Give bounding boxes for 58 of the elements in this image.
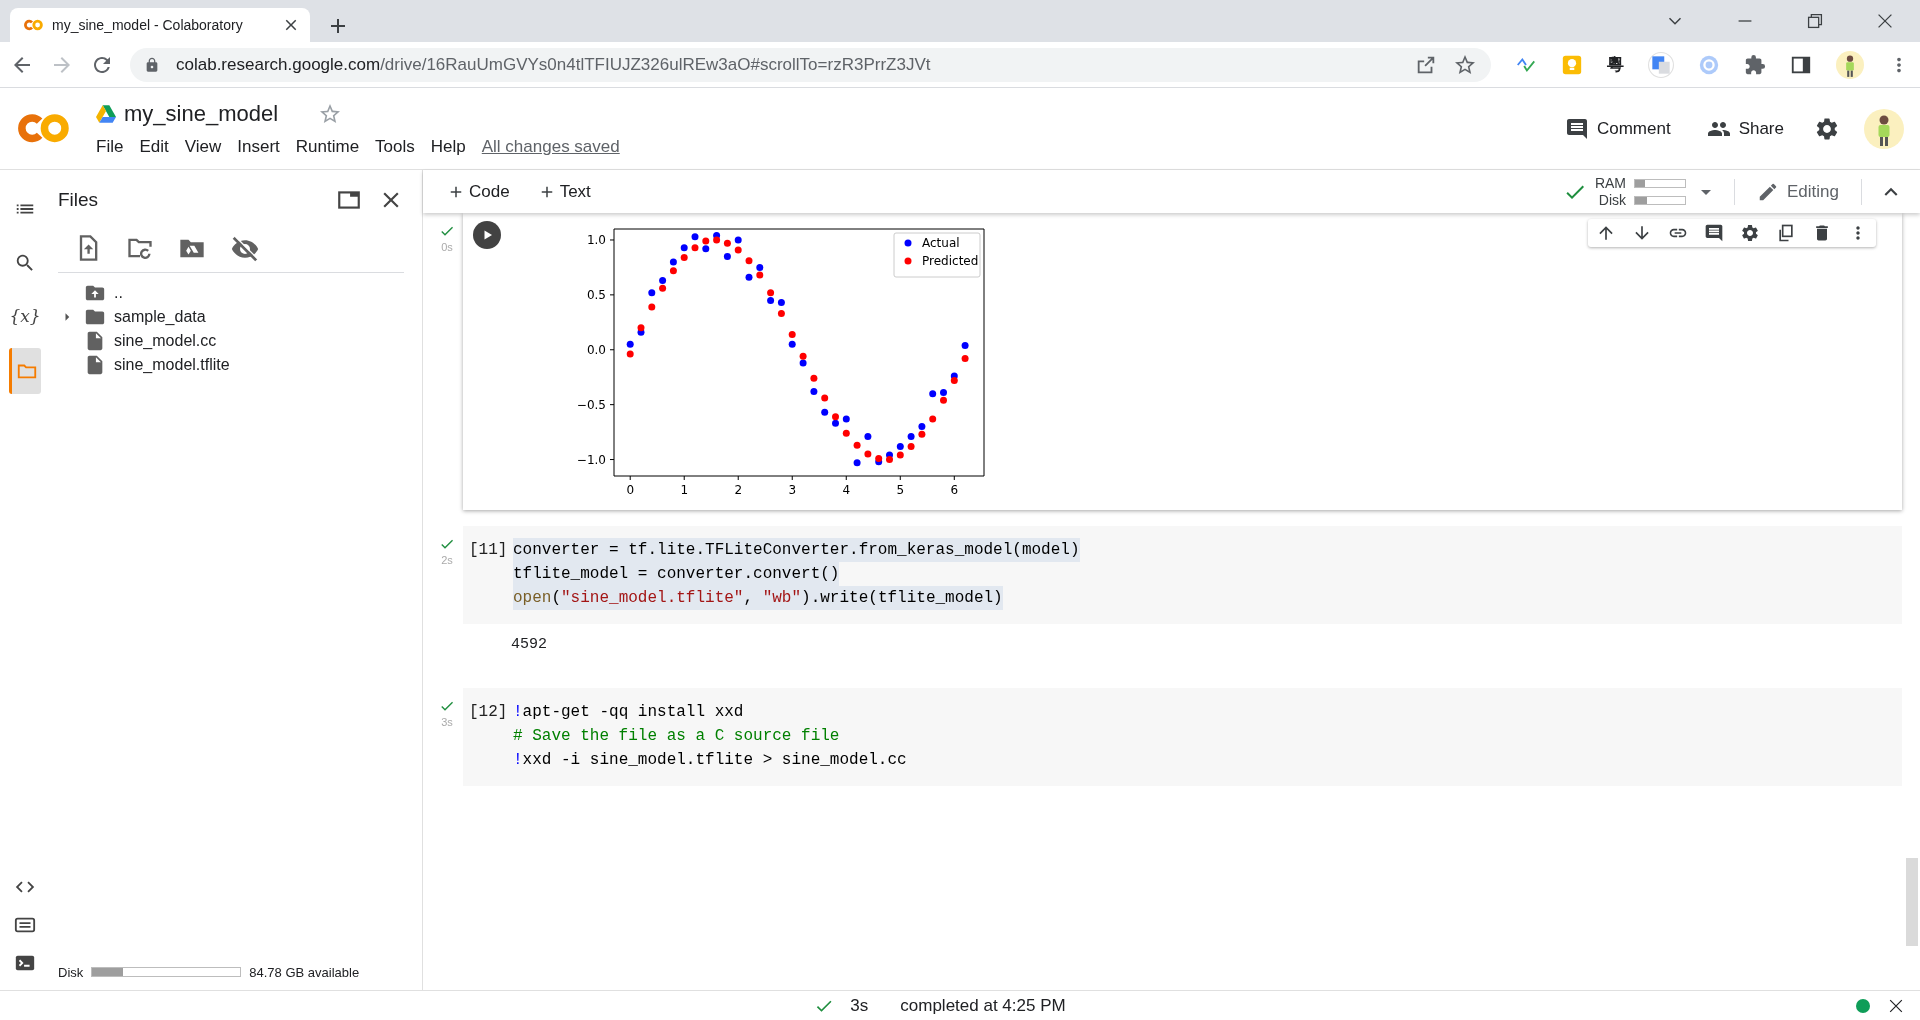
file-row[interactable]: sample_data [58,305,404,329]
code-line[interactable]: !xxd -i sine_model.tflite > sine_model.cc [513,748,907,772]
url-text: colab.research.google.com/drive/16RauUmGVYs0n4tlTFIUJZ326ulREw3aO#scrollTo=rzR3PrrZ3JVt [176,53,931,76]
file-name: sample_data [114,307,206,327]
code-line[interactable]: # Save the file as a C source file [513,724,840,748]
tick-label: 3 [788,483,797,497]
tick-label: −0.5 [576,397,606,412]
menu-item[interactable]: Tools [375,134,415,160]
share-button[interactable]: Share [1700,114,1790,143]
menu-item[interactable]: Edit [139,134,169,160]
menu-item[interactable]: Runtime [295,134,360,160]
address-bar[interactable]: colab.research.google.com/drive/16RauUmGVYs0n4tlTFIUJZ326ulREw3aO#scrollTo=rzR3PrrZ3JVt [130,47,1491,82]
variables-button[interactable]: {x} [9,294,41,340]
notebook-title[interactable]: my_sine_model [124,97,279,131]
add-cell-button[interactable]: Text [531,177,597,206]
tick-label: 0.5 [586,287,606,302]
menu-item[interactable]: Insert [237,134,280,160]
editing-mode-button[interactable]: Editing [1751,177,1845,206]
file-name: sine_model.tflite [114,355,230,375]
run-time: 0s [441,240,453,255]
disk-label: Disk [58,963,84,982]
tick-label: 1.0 [586,233,606,247]
ram-label: RAM [1594,174,1626,192]
menu-item[interactable]: Help [430,134,466,160]
tick-label: 1 [680,483,689,497]
tick-label: 2 [734,483,743,497]
execution-count: [11] [468,540,509,561]
disk-label: Disk [1597,191,1626,209]
comment-button[interactable]: Comment [1558,114,1677,143]
tick-label: 0.0 [586,342,606,357]
disk-reading: 84.78 GB available [249,963,360,982]
extension-glyph[interactable]: 粵 [1607,56,1624,73]
tick-label: −1.0 [576,452,606,467]
file-row[interactable]: .. [58,281,404,305]
file-row[interactable]: sine_model.tflite [58,353,404,377]
tick-label: 5 [896,483,905,497]
legend-label: Actual [922,236,960,250]
tick-label: 0 [626,483,634,497]
menu-item[interactable]: File [96,134,124,160]
menu-item[interactable]: View [184,134,222,160]
browser-tab[interactable]: my_sine_model - Colaboratory [10,8,310,42]
run-duration: 3s [850,994,869,1017]
run-time: 3s [441,715,453,730]
tab-title: my_sine_model - Colaboratory [52,15,244,35]
add-cell-button[interactable]: Code [441,177,516,206]
status-message: completed at 4:25 PM [900,994,1066,1017]
execution-count: [12] [468,702,509,723]
cell-output: 4592 [511,636,547,653]
legend-label: Predicted [922,254,979,268]
tick-label: 6 [950,483,959,497]
code-line[interactable]: !apt-get -qq install xxd [513,700,744,724]
file-name: .. [114,283,123,303]
panel-title: Files [58,187,99,212]
file-row[interactable]: sine_model.cc [58,329,404,353]
run-time: 2s [441,553,453,568]
file-name: sine_model.cc [114,331,217,351]
save-status-link[interactable]: All changes saved [481,134,620,160]
tick-label: 4 [842,483,851,497]
